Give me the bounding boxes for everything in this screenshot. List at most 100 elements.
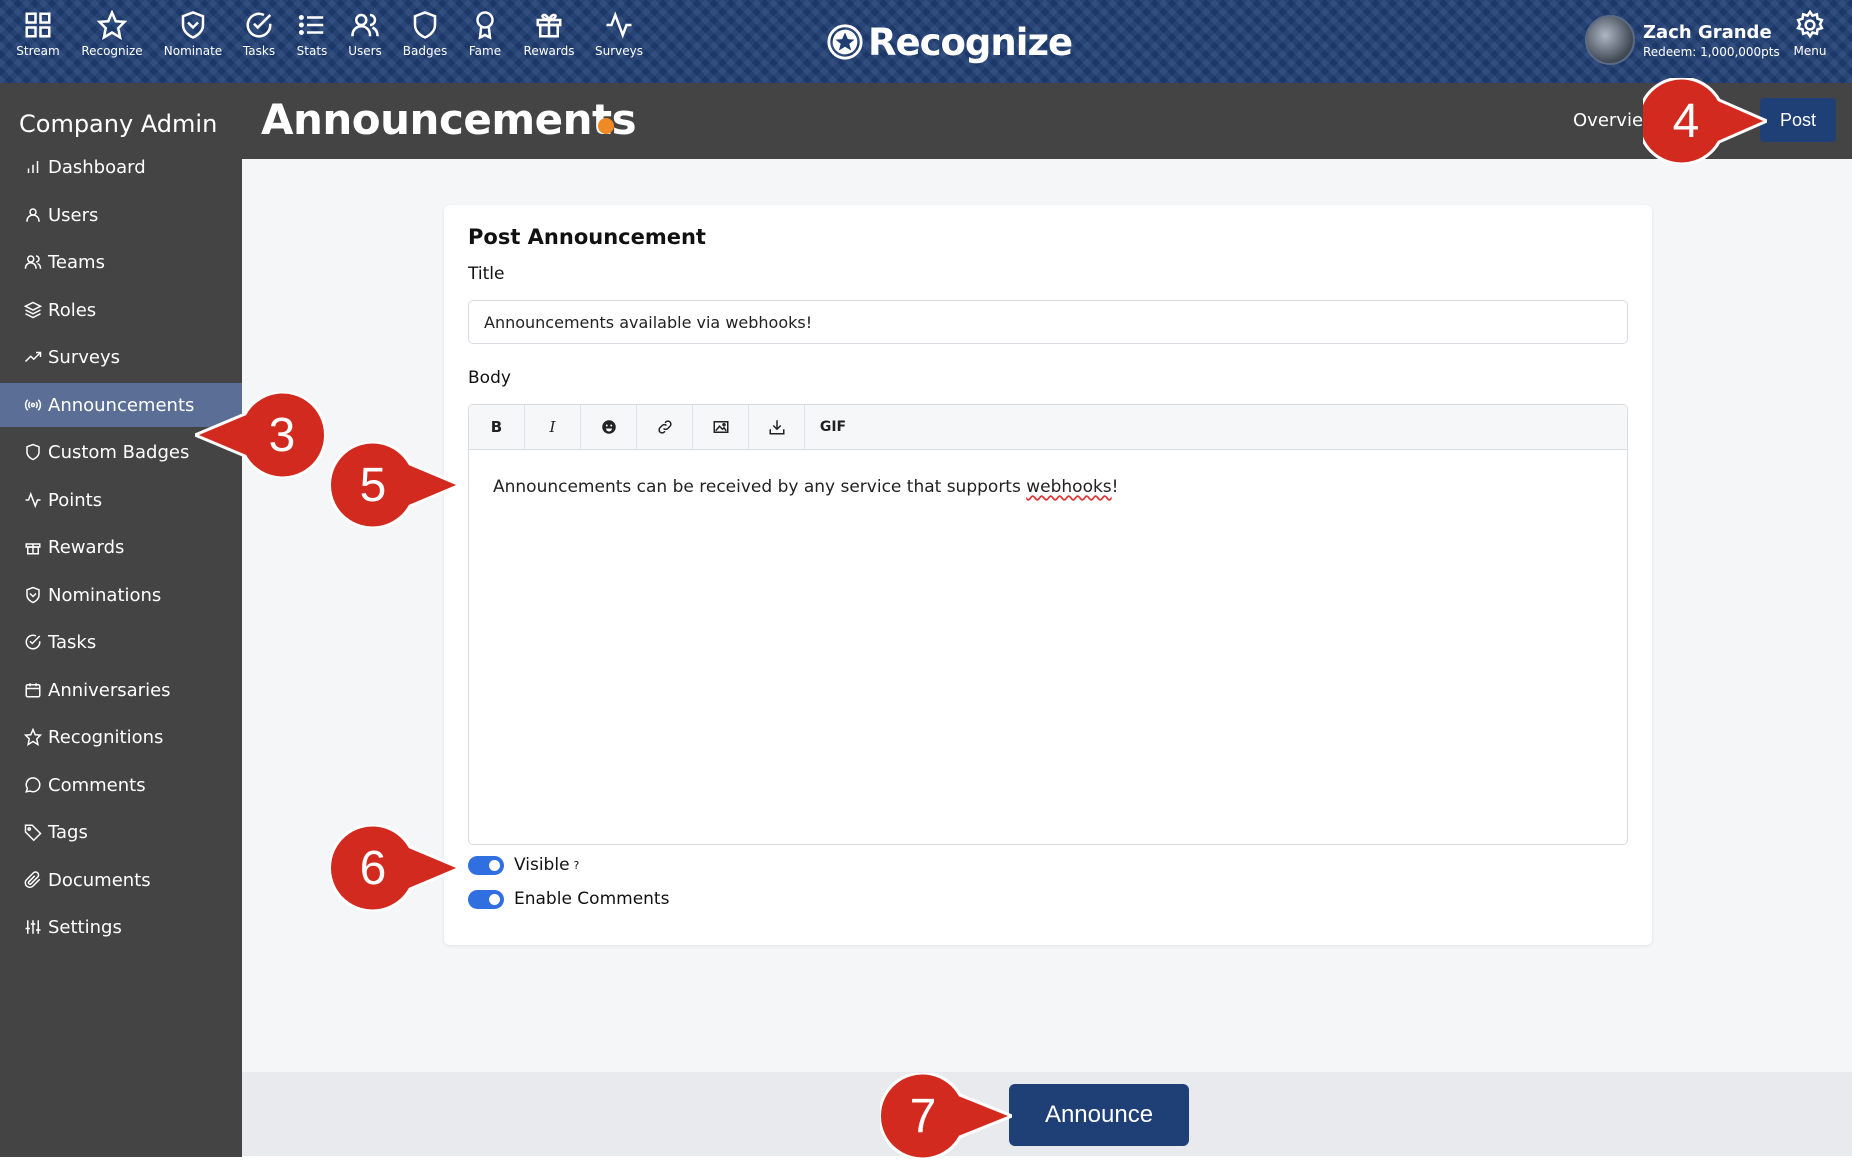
visible-toggle[interactable] bbox=[468, 855, 504, 875]
nav-surveys[interactable]: Surveys bbox=[584, 10, 654, 58]
list-icon bbox=[298, 15, 324, 35]
nav-recognize[interactable]: Recognize bbox=[77, 10, 147, 58]
sidebar-item-settings[interactable]: Settings bbox=[0, 905, 242, 949]
callout-number-6: 6 bbox=[359, 841, 387, 895]
card-title: Post Announcement bbox=[468, 225, 706, 249]
sidebar-item-comments[interactable]: Comments bbox=[0, 763, 242, 807]
callout-marker-6: 6 bbox=[330, 825, 460, 911]
shield-heart-icon bbox=[26, 586, 40, 604]
gif-button[interactable]: GIF bbox=[805, 405, 861, 449]
avatar[interactable] bbox=[1585, 15, 1635, 65]
editor-toolbar: B I GIF bbox=[469, 405, 1627, 450]
overview-link[interactable]: Overvie bbox=[1573, 110, 1643, 131]
link-button[interactable] bbox=[637, 405, 693, 449]
paperclip-icon bbox=[24, 871, 41, 889]
shield-icon bbox=[413, 11, 437, 39]
bar-chart-icon bbox=[27, 161, 39, 173]
sidebar-item-tasks[interactable]: Tasks bbox=[0, 620, 242, 664]
brand-name: Recognize bbox=[868, 20, 1073, 64]
comments-toggle-row: Enable Comments bbox=[468, 889, 669, 909]
sidebar-item-recognitions[interactable]: Recognitions bbox=[0, 715, 242, 759]
sidebar-item-dashboard[interactable]: Dashboard bbox=[0, 145, 242, 189]
title-input[interactable] bbox=[468, 300, 1628, 344]
activity-icon bbox=[606, 11, 632, 39]
nav-recognize-label: Recognize bbox=[81, 44, 143, 58]
recognize-logo-icon bbox=[827, 24, 863, 60]
nav-rewards-label: Rewards bbox=[523, 44, 575, 58]
sidebar-item-anniversaries[interactable]: Anniversaries bbox=[0, 668, 242, 712]
admin-sidebar: Company Admin Dashboard Users Teams Role… bbox=[0, 83, 242, 1157]
sidebar-item-label: Users bbox=[48, 204, 99, 226]
nav-stream[interactable]: Stream bbox=[3, 10, 73, 58]
sidebar-item-nominations[interactable]: Nominations bbox=[0, 573, 242, 617]
star-icon bbox=[24, 728, 42, 746]
callout-number-5: 5 bbox=[359, 458, 387, 512]
gift-icon bbox=[536, 13, 562, 38]
image-button[interactable] bbox=[693, 405, 749, 449]
menu-button[interactable]: Menu bbox=[1780, 10, 1840, 58]
enable-comments-label: Enable Comments bbox=[514, 889, 670, 909]
users-icon bbox=[351, 13, 379, 37]
gear-icon bbox=[1796, 10, 1824, 39]
sidebar-item-label: Recognitions bbox=[48, 726, 164, 748]
sidebar-item-label: Points bbox=[48, 489, 103, 511]
visible-label: Visible bbox=[514, 855, 570, 875]
sidebar-item-label: Nominations bbox=[48, 584, 162, 606]
sidebar-item-label: Settings bbox=[48, 916, 122, 938]
callout-number-7: 7 bbox=[909, 1089, 937, 1143]
italic-button[interactable]: I bbox=[525, 405, 581, 449]
brand-logo[interactable]: Recognize bbox=[826, 20, 1073, 64]
title-label: Title bbox=[468, 264, 505, 284]
smiley-icon bbox=[601, 420, 616, 434]
enable-comments-toggle[interactable] bbox=[468, 889, 504, 909]
user-icon bbox=[26, 208, 40, 222]
announce-button[interactable]: Announce bbox=[1009, 1084, 1189, 1146]
trending-up-icon bbox=[24, 351, 42, 363]
sidebar-item-documents[interactable]: Documents bbox=[0, 858, 242, 902]
nav-rewards[interactable]: Rewards bbox=[514, 10, 584, 58]
user-profile[interactable]: Zach Grande Redeem: 1,000,000pts bbox=[1585, 15, 1780, 65]
sidebar-title: Company Admin bbox=[19, 110, 218, 138]
tag-icon bbox=[24, 824, 42, 841]
award-icon bbox=[476, 11, 494, 40]
sidebar-item-label: Anniversaries bbox=[48, 679, 171, 701]
visible-help[interactable]: ? bbox=[574, 859, 580, 872]
top-navigation-bar: Stream Recognize Nominate Tasks Stats Us… bbox=[0, 0, 1852, 83]
sliders-icon bbox=[25, 920, 41, 934]
user-name: Zach Grande bbox=[1643, 21, 1772, 43]
callout-marker-4: 4 bbox=[1643, 78, 1767, 164]
layers-icon bbox=[24, 301, 42, 319]
unsaved-indicator-dot bbox=[598, 118, 614, 134]
download-icon bbox=[769, 420, 784, 435]
post-button[interactable]: Post bbox=[1760, 98, 1836, 142]
image-icon bbox=[713, 421, 728, 433]
nav-fame-label: Fame bbox=[468, 44, 502, 58]
spellcheck-word: webhooks bbox=[1026, 477, 1112, 497]
sidebar-item-label: Comments bbox=[48, 774, 146, 796]
emoji-button[interactable] bbox=[581, 405, 637, 449]
sidebar-item-label: Tasks bbox=[48, 631, 97, 653]
nav-surveys-label: Surveys bbox=[595, 44, 643, 58]
sidebar-item-label: Dashboard bbox=[48, 156, 146, 178]
editor-text-area[interactable]: Announcements can be received by any ser… bbox=[469, 450, 1627, 524]
nav-fame[interactable]: Fame bbox=[450, 10, 520, 58]
sidebar-item-roles[interactable]: Roles bbox=[0, 288, 242, 332]
sidebar-item-rewards[interactable]: Rewards bbox=[0, 525, 242, 569]
shield-icon bbox=[26, 443, 40, 461]
sidebar-item-points[interactable]: Points bbox=[0, 478, 242, 522]
visible-toggle-row: Visible ? bbox=[468, 855, 579, 875]
nav-nominate[interactable]: Nominate bbox=[158, 10, 228, 58]
nav-stream-label: Stream bbox=[16, 44, 60, 58]
sidebar-item-teams[interactable]: Teams bbox=[0, 240, 242, 284]
body-editor[interactable]: B I GIF Announcements can be received by… bbox=[468, 404, 1628, 845]
sidebar-item-label: Custom Badges bbox=[48, 441, 190, 463]
body-label: Body bbox=[468, 368, 511, 388]
message-circle-icon bbox=[25, 777, 41, 793]
sidebar-item-surveys[interactable]: Surveys bbox=[0, 335, 242, 379]
bold-button[interactable]: B bbox=[469, 405, 525, 449]
download-button[interactable] bbox=[749, 405, 805, 449]
sidebar-item-users[interactable]: Users bbox=[0, 193, 242, 237]
callout-number-3: 3 bbox=[268, 408, 296, 462]
sidebar-item-tags[interactable]: Tags bbox=[0, 810, 242, 854]
page-title: Announcements bbox=[261, 95, 637, 144]
